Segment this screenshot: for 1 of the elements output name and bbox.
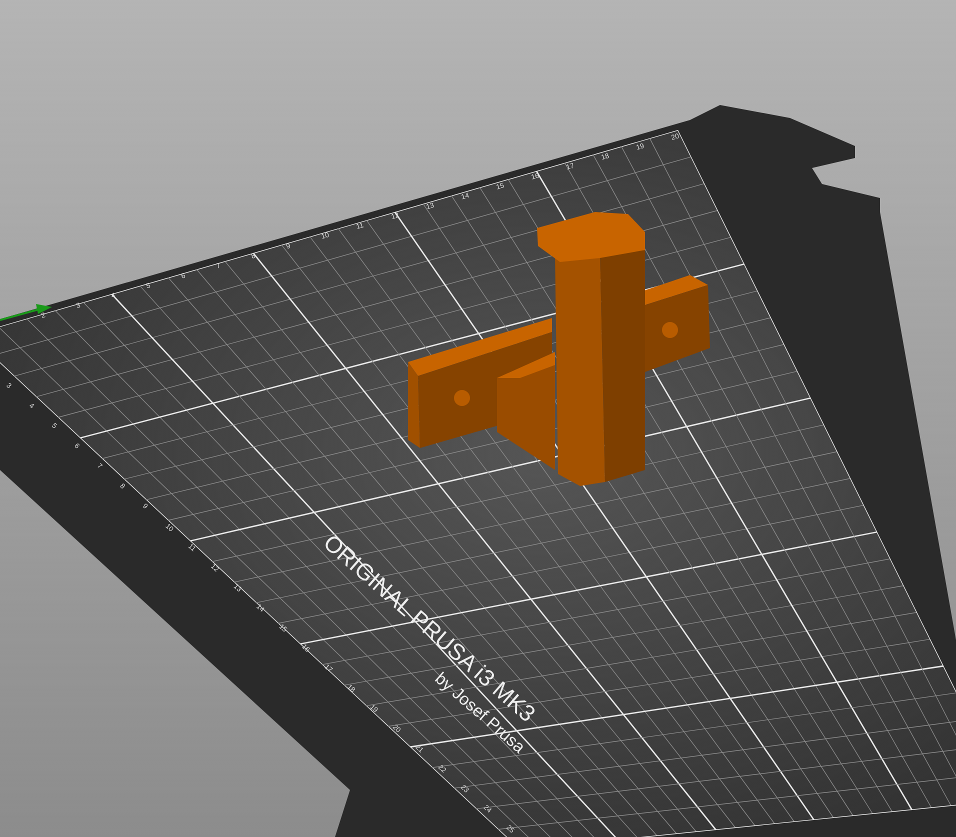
y-axis-arrow [0,304,52,321]
